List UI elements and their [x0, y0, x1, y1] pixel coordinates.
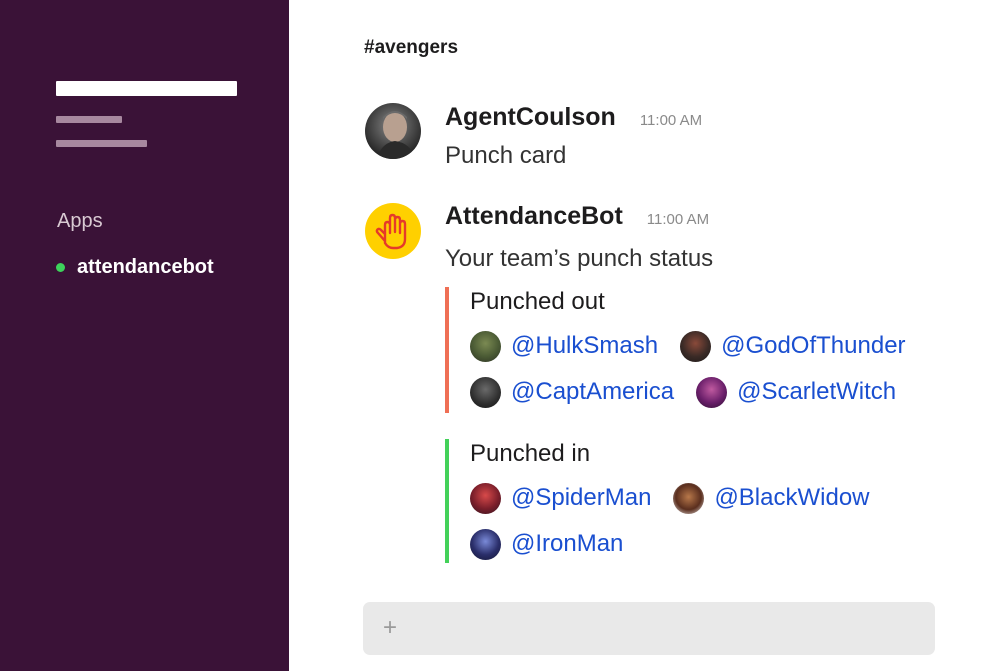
user-mention-label: @HulkSmash [511, 332, 659, 359]
user-mention[interactable]: @CaptAmerica [470, 376, 675, 408]
section-title: Punched out [470, 288, 605, 315]
message-timestamp[interactable]: 11:00 AM [647, 211, 709, 228]
user-avatar [673, 482, 705, 514]
user-avatar [470, 376, 501, 408]
user-mention[interactable]: @SpiderMan [470, 482, 652, 514]
message-header: AttendanceBot 11:00 AM [445, 202, 709, 231]
user-mention[interactable]: @ScarletWitch [696, 376, 897, 408]
sender-name[interactable]: AgentCoulson [445, 103, 616, 132]
punched-in-section: Punched in @SpiderMan @BlackWidow @IronM… [445, 439, 892, 563]
user-avatar [680, 330, 712, 362]
user-avatar [470, 330, 501, 362]
user-mention-label: @IronMan [511, 530, 624, 557]
user-avatar [470, 528, 501, 560]
message-text: Punch card [445, 142, 567, 169]
placeholder-line [56, 140, 147, 147]
apps-section-label: Apps [57, 210, 103, 232]
user-mention-label: @SpiderMan [511, 484, 652, 511]
user-mention[interactable]: @HulkSmash [470, 330, 659, 362]
user-mention[interactable]: @GodOfThunder [680, 330, 906, 362]
sidebar: Apps attendancebot [0, 0, 289, 671]
user-row: @IronMan [470, 527, 892, 561]
sidebar-item-attendancebot[interactable]: attendancebot [56, 256, 214, 279]
message-header: AgentCoulson 11:00 AM [445, 103, 702, 132]
message-composer[interactable]: + [363, 602, 935, 655]
sidebar-item-label: attendancebot [77, 256, 214, 278]
user-avatar [470, 482, 501, 514]
user-mention-label: @ScarletWitch [737, 378, 897, 405]
punched-out-section: Punched out @HulkSmash @GodOfThunder @Ca… [445, 287, 928, 413]
user-photo-avatar[interactable] [365, 103, 421, 159]
user-mention-label: @BlackWidow [714, 484, 870, 511]
user-mention-label: @CaptAmerica [511, 378, 675, 405]
channel-title: #avengers [364, 37, 459, 58]
placeholder-line [56, 116, 122, 123]
bot-avatar[interactable] [365, 203, 421, 259]
user-mention-label: @GodOfThunder [721, 332, 906, 359]
online-status-icon [56, 263, 65, 272]
user-row: @SpiderMan @BlackWidow [470, 481, 892, 515]
message-pane: #avengers AgentCoulson 11:00 AM Punch ca… [289, 0, 1000, 671]
message-timestamp[interactable]: 11:00 AM [640, 112, 702, 129]
workspace-name-placeholder [56, 81, 237, 96]
user-mention[interactable]: @BlackWidow [673, 482, 870, 514]
plus-icon[interactable]: + [383, 614, 397, 642]
hand-icon [375, 213, 407, 250]
user-mention[interactable]: @IronMan [470, 528, 624, 560]
message-text: Your team’s punch status [445, 245, 714, 272]
user-row: @HulkSmash @GodOfThunder [470, 329, 928, 363]
section-title: Punched in [470, 440, 591, 467]
user-row: @CaptAmerica @ScarletWitch [470, 375, 928, 409]
sender-name[interactable]: AttendanceBot [445, 202, 623, 231]
user-avatar [696, 376, 728, 408]
